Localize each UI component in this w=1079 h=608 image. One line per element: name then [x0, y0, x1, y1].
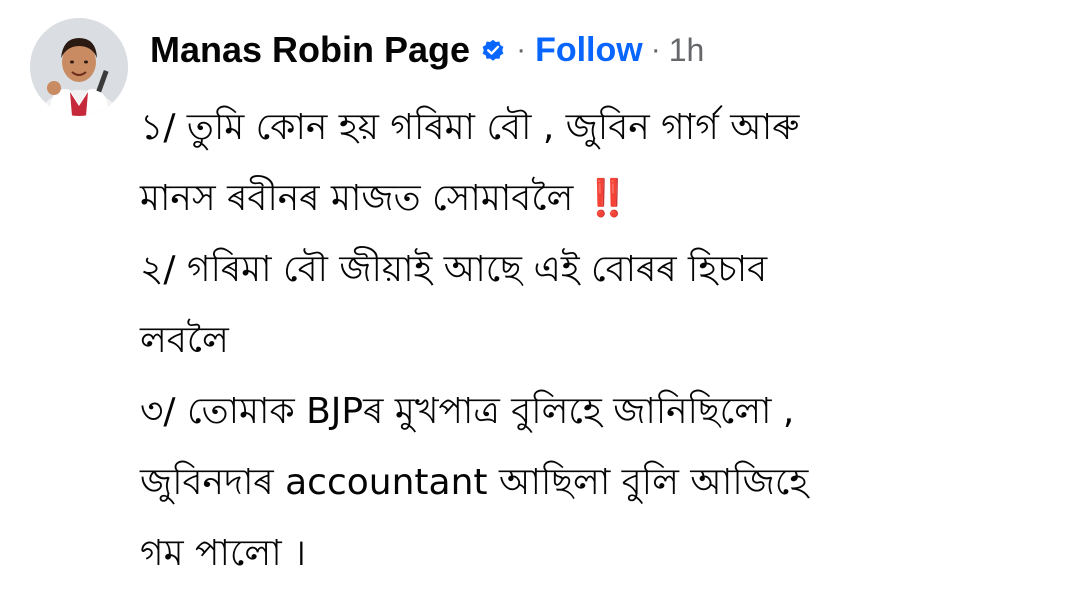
post-text-line: লবলৈ: [140, 320, 229, 361]
post-header: Manas Robin Page · Follow · 1h: [150, 26, 704, 74]
post-text-line: ২/ গৰিমা বৌ জীয়াই আছে এই বোৰৰ হিচাব: [140, 249, 768, 290]
post-timestamp[interactable]: 1h: [669, 32, 705, 69]
double-exclamation-icon: ‼️: [585, 178, 631, 219]
post-text-line: ৩/ তোমাক BJPৰ মুখপাত্ৰ বুলিহে জানিছিলো ,: [140, 391, 795, 432]
post-text-segment: মানস ৰবীনৰ মাজত সোমাবলৈ: [140, 178, 574, 219]
follow-button[interactable]: Follow: [535, 31, 643, 70]
author-name[interactable]: Manas Robin Page: [150, 29, 470, 71]
post-body: ১/ তুমি কোন হয় গৰিমা বৌ , জুবিন গাৰ্গ আ…: [140, 92, 1065, 589]
separator-dot: ·: [650, 33, 661, 66]
post-text-line: মানস ৰবীনৰ মাজত সোমাবলৈ ‼️: [140, 163, 1065, 234]
avatar-photo: [30, 18, 128, 116]
author-avatar[interactable]: [30, 18, 128, 116]
post-text-line: জুবিনদাৰ accountant আছিলা বুলি আজিহে: [140, 462, 809, 503]
facebook-post: Manas Robin Page · Follow · 1h ১/ তুমি ক…: [0, 0, 1079, 608]
post-text-line: ১/ তুমি কোন হয় গৰিমা বৌ , জুবিন গাৰ্গ আ…: [140, 107, 800, 148]
post-text-line: গম পালো ।: [140, 533, 306, 574]
verified-badge-icon: [480, 37, 506, 63]
separator-dot: ·: [516, 33, 527, 66]
